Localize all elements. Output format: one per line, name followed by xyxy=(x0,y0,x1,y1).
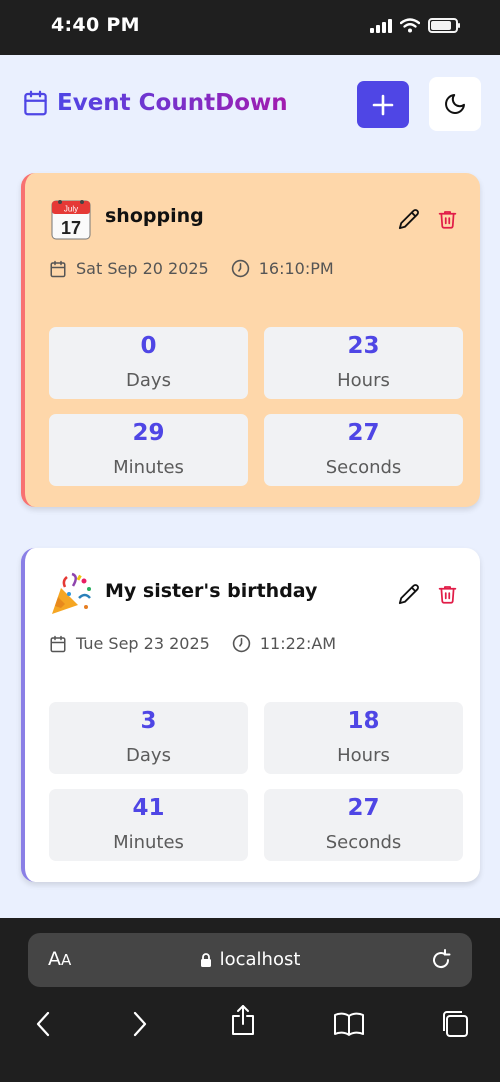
forward-button[interactable] xyxy=(122,1006,158,1042)
lock-icon xyxy=(200,952,211,967)
countdown-days: 0 Days xyxy=(49,327,248,399)
card-actions xyxy=(397,582,459,606)
bookmarks-icon xyxy=(334,1012,364,1036)
delete-button[interactable] xyxy=(435,582,459,606)
clock-icon xyxy=(231,259,249,278)
calendar-emoji-icon: July 17 xyxy=(51,200,91,240)
event-card: July 17 shopping Sat Sep 20 2025 16:10:P… xyxy=(21,173,480,507)
browser-toolbar: AA localhost xyxy=(0,918,500,1082)
plus-icon xyxy=(372,94,394,115)
address-bar[interactable]: AA localhost xyxy=(28,933,472,987)
minutes-value: 41 xyxy=(132,795,165,821)
hours-value: 18 xyxy=(347,708,380,734)
card-actions xyxy=(397,207,459,231)
event-title: My sister's birthday xyxy=(105,580,318,602)
hours-label: Hours xyxy=(337,370,390,391)
calendar-icon xyxy=(24,90,47,116)
battery-level xyxy=(431,21,452,30)
days-label: Days xyxy=(126,745,171,766)
event-time: 11:22:AM xyxy=(259,634,337,653)
seconds-value: 27 xyxy=(347,420,380,446)
battery-icon xyxy=(428,18,460,33)
event-meta: Tue Sep 23 2025 11:22:AM xyxy=(49,634,336,653)
days-value: 3 xyxy=(140,708,157,734)
brand: Event CountDown xyxy=(22,89,288,117)
pencil-icon xyxy=(398,584,419,605)
minutes-label: Minutes xyxy=(113,832,184,853)
edit-button[interactable] xyxy=(397,582,421,606)
countdown-grid: 0 Days 23 Hours 29 Minutes 27 Seconds xyxy=(49,327,464,486)
hours-value: 23 xyxy=(347,333,380,359)
minutes-value: 29 xyxy=(132,420,165,446)
countdown-days: 3 Days xyxy=(49,702,248,774)
browser-nav xyxy=(0,1005,500,1046)
seconds-label: Seconds xyxy=(325,832,402,853)
minutes-label: Minutes xyxy=(113,457,184,478)
emoji-day: 17 xyxy=(61,218,81,238)
countdown-minutes: 29 Minutes xyxy=(49,414,248,486)
app-title: Event CountDown xyxy=(57,90,288,116)
seconds-label: Seconds xyxy=(325,457,402,478)
countdown-hours: 18 Hours xyxy=(264,702,463,774)
theme-toggle-button[interactable] xyxy=(429,77,481,131)
status-time: 4:40 PM xyxy=(51,14,140,36)
tabs-icon xyxy=(443,1011,468,1037)
clock-icon xyxy=(232,634,251,653)
url-text: localhost xyxy=(219,949,301,970)
event-meta: Sat Sep 20 2025 16:10:PM xyxy=(49,259,334,278)
tabs-button[interactable] xyxy=(437,1006,473,1042)
url-display[interactable]: localhost xyxy=(28,949,472,970)
calendar-small-icon xyxy=(50,635,66,652)
event-date: Tue Sep 23 2025 xyxy=(76,634,210,653)
back-icon xyxy=(36,1011,50,1037)
countdown-seconds: 27 Seconds xyxy=(264,789,463,861)
event-title: shopping xyxy=(105,205,204,227)
reload-icon xyxy=(433,949,451,969)
calendar-small-icon xyxy=(50,260,66,277)
delete-button[interactable] xyxy=(435,207,459,231)
pencil-icon xyxy=(398,209,419,230)
status-bar: 4:40 PM xyxy=(0,0,500,55)
countdown-seconds: 27 Seconds xyxy=(264,414,463,486)
hours-label: Hours xyxy=(337,745,390,766)
add-event-button[interactable] xyxy=(357,81,409,128)
back-button[interactable] xyxy=(25,1006,61,1042)
seconds-value: 27 xyxy=(347,795,380,821)
wifi-icon xyxy=(400,18,420,33)
forward-icon xyxy=(133,1011,147,1037)
countdown-grid: 3 Days 18 Hours 41 Minutes 27 Seconds xyxy=(49,702,464,861)
countdown-hours: 23 Hours xyxy=(264,327,463,399)
edit-button[interactable] xyxy=(397,207,421,231)
countdown-minutes: 41 Minutes xyxy=(49,789,248,861)
trash-icon xyxy=(438,586,456,604)
event-date: Sat Sep 20 2025 xyxy=(76,259,209,278)
app-header: Event CountDown xyxy=(0,55,500,165)
party-popper-emoji-icon xyxy=(52,572,91,614)
share-button[interactable] xyxy=(225,1002,261,1038)
event-time: 16:10:PM xyxy=(258,259,334,278)
cellular-signal-icon xyxy=(370,18,392,33)
emoji-month: July xyxy=(64,205,78,214)
bookmarks-button[interactable] xyxy=(331,1006,367,1042)
trash-icon xyxy=(438,211,456,229)
days-label: Days xyxy=(126,370,171,391)
status-icons xyxy=(370,18,460,33)
moon-icon xyxy=(445,94,465,114)
share-icon xyxy=(232,1005,254,1035)
event-card: My sister's birthday Tue Sep 23 2025 11:… xyxy=(21,548,480,882)
days-value: 0 xyxy=(140,333,157,359)
reload-button[interactable] xyxy=(428,947,454,973)
